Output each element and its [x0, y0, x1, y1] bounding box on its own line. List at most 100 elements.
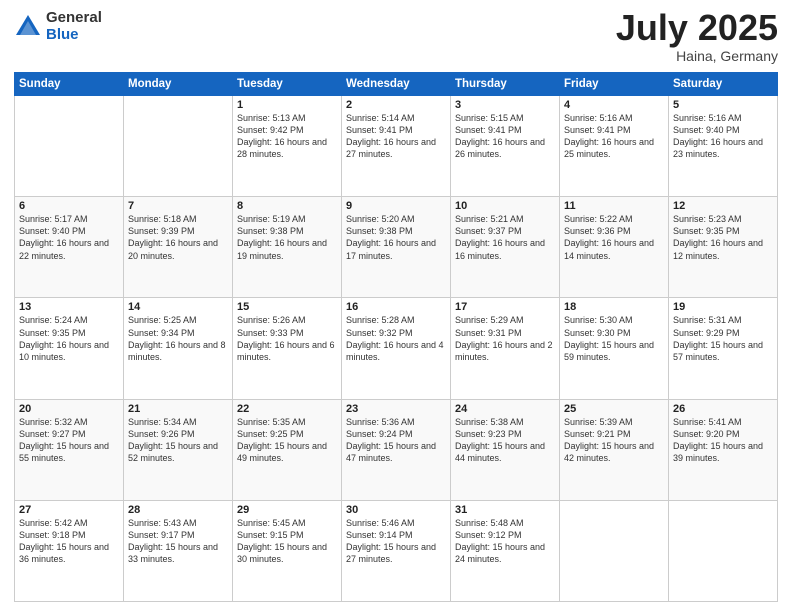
cell-info: Sunrise: 5:18 AM Sunset: 9:39 PM Dayligh…: [128, 213, 228, 262]
calendar-cell: 10Sunrise: 5:21 AM Sunset: 9:37 PM Dayli…: [451, 197, 560, 298]
calendar-header-wednesday: Wednesday: [342, 73, 451, 96]
calendar-table: SundayMondayTuesdayWednesdayThursdayFrid…: [14, 72, 778, 602]
calendar-cell: 5Sunrise: 5:16 AM Sunset: 9:40 PM Daylig…: [669, 96, 778, 197]
calendar-cell: 22Sunrise: 5:35 AM Sunset: 9:25 PM Dayli…: [233, 399, 342, 500]
day-number: 6: [19, 200, 119, 212]
calendar-cell: 28Sunrise: 5:43 AM Sunset: 9:17 PM Dayli…: [124, 500, 233, 601]
cell-info: Sunrise: 5:41 AM Sunset: 9:20 PM Dayligh…: [673, 416, 773, 465]
calendar-cell: 25Sunrise: 5:39 AM Sunset: 9:21 PM Dayli…: [560, 399, 669, 500]
calendar-cell: 6Sunrise: 5:17 AM Sunset: 9:40 PM Daylig…: [15, 197, 124, 298]
day-number: 25: [564, 403, 664, 415]
calendar-week-3: 13Sunrise: 5:24 AM Sunset: 9:35 PM Dayli…: [15, 298, 778, 399]
calendar-cell: 20Sunrise: 5:32 AM Sunset: 9:27 PM Dayli…: [15, 399, 124, 500]
cell-info: Sunrise: 5:39 AM Sunset: 9:21 PM Dayligh…: [564, 416, 664, 465]
cell-info: Sunrise: 5:31 AM Sunset: 9:29 PM Dayligh…: [673, 314, 773, 363]
cell-info: Sunrise: 5:26 AM Sunset: 9:33 PM Dayligh…: [237, 314, 337, 363]
cell-info: Sunrise: 5:13 AM Sunset: 9:42 PM Dayligh…: [237, 112, 337, 161]
day-number: 7: [128, 200, 228, 212]
calendar-cell: 16Sunrise: 5:28 AM Sunset: 9:32 PM Dayli…: [342, 298, 451, 399]
day-number: 10: [455, 200, 555, 212]
day-number: 13: [19, 301, 119, 313]
calendar-cell: 30Sunrise: 5:46 AM Sunset: 9:14 PM Dayli…: [342, 500, 451, 601]
cell-info: Sunrise: 5:43 AM Sunset: 9:17 PM Dayligh…: [128, 517, 228, 566]
title-block: July 2025 Haina, Germany: [616, 10, 778, 64]
calendar-header-friday: Friday: [560, 73, 669, 96]
calendar-cell: 24Sunrise: 5:38 AM Sunset: 9:23 PM Dayli…: [451, 399, 560, 500]
calendar-cell: 13Sunrise: 5:24 AM Sunset: 9:35 PM Dayli…: [15, 298, 124, 399]
header: General Blue July 2025 Haina, Germany: [14, 10, 778, 64]
day-number: 3: [455, 99, 555, 111]
calendar-cell: 3Sunrise: 5:15 AM Sunset: 9:41 PM Daylig…: [451, 96, 560, 197]
cell-info: Sunrise: 5:23 AM Sunset: 9:35 PM Dayligh…: [673, 213, 773, 262]
day-number: 12: [673, 200, 773, 212]
calendar-header-thursday: Thursday: [451, 73, 560, 96]
cell-info: Sunrise: 5:22 AM Sunset: 9:36 PM Dayligh…: [564, 213, 664, 262]
cell-info: Sunrise: 5:48 AM Sunset: 9:12 PM Dayligh…: [455, 517, 555, 566]
day-number: 26: [673, 403, 773, 415]
calendar-week-2: 6Sunrise: 5:17 AM Sunset: 9:40 PM Daylig…: [15, 197, 778, 298]
calendar-cell: [124, 96, 233, 197]
calendar-week-1: 1Sunrise: 5:13 AM Sunset: 9:42 PM Daylig…: [15, 96, 778, 197]
cell-info: Sunrise: 5:29 AM Sunset: 9:31 PM Dayligh…: [455, 314, 555, 363]
day-number: 5: [673, 99, 773, 111]
cell-info: Sunrise: 5:35 AM Sunset: 9:25 PM Dayligh…: [237, 416, 337, 465]
cell-info: Sunrise: 5:28 AM Sunset: 9:32 PM Dayligh…: [346, 314, 446, 363]
logo-blue: Blue: [46, 27, 102, 44]
location: Haina, Germany: [616, 48, 778, 64]
cell-info: Sunrise: 5:24 AM Sunset: 9:35 PM Dayligh…: [19, 314, 119, 363]
calendar-cell: 14Sunrise: 5:25 AM Sunset: 9:34 PM Dayli…: [124, 298, 233, 399]
calendar-cell: 7Sunrise: 5:18 AM Sunset: 9:39 PM Daylig…: [124, 197, 233, 298]
calendar-cell: 21Sunrise: 5:34 AM Sunset: 9:26 PM Dayli…: [124, 399, 233, 500]
day-number: 21: [128, 403, 228, 415]
day-number: 29: [237, 504, 337, 516]
day-number: 23: [346, 403, 446, 415]
calendar-cell: 2Sunrise: 5:14 AM Sunset: 9:41 PM Daylig…: [342, 96, 451, 197]
calendar-cell: 8Sunrise: 5:19 AM Sunset: 9:38 PM Daylig…: [233, 197, 342, 298]
month-title: July 2025: [616, 10, 778, 46]
day-number: 31: [455, 504, 555, 516]
calendar-header-saturday: Saturday: [669, 73, 778, 96]
calendar-cell: 29Sunrise: 5:45 AM Sunset: 9:15 PM Dayli…: [233, 500, 342, 601]
calendar-cell: 1Sunrise: 5:13 AM Sunset: 9:42 PM Daylig…: [233, 96, 342, 197]
calendar-header-sunday: Sunday: [15, 73, 124, 96]
calendar-cell: 15Sunrise: 5:26 AM Sunset: 9:33 PM Dayli…: [233, 298, 342, 399]
logo-text: General Blue: [46, 10, 102, 43]
logo-general: General: [46, 10, 102, 27]
day-number: 17: [455, 301, 555, 313]
day-number: 8: [237, 200, 337, 212]
calendar-cell: 31Sunrise: 5:48 AM Sunset: 9:12 PM Dayli…: [451, 500, 560, 601]
day-number: 24: [455, 403, 555, 415]
day-number: 2: [346, 99, 446, 111]
logo: General Blue: [14, 10, 102, 43]
cell-info: Sunrise: 5:42 AM Sunset: 9:18 PM Dayligh…: [19, 517, 119, 566]
day-number: 9: [346, 200, 446, 212]
day-number: 30: [346, 504, 446, 516]
cell-info: Sunrise: 5:46 AM Sunset: 9:14 PM Dayligh…: [346, 517, 446, 566]
cell-info: Sunrise: 5:32 AM Sunset: 9:27 PM Dayligh…: [19, 416, 119, 465]
calendar-week-5: 27Sunrise: 5:42 AM Sunset: 9:18 PM Dayli…: [15, 500, 778, 601]
calendar-cell: [669, 500, 778, 601]
day-number: 14: [128, 301, 228, 313]
calendar-cell: 26Sunrise: 5:41 AM Sunset: 9:20 PM Dayli…: [669, 399, 778, 500]
day-number: 11: [564, 200, 664, 212]
cell-info: Sunrise: 5:25 AM Sunset: 9:34 PM Dayligh…: [128, 314, 228, 363]
calendar-cell: 23Sunrise: 5:36 AM Sunset: 9:24 PM Dayli…: [342, 399, 451, 500]
day-number: 20: [19, 403, 119, 415]
cell-info: Sunrise: 5:15 AM Sunset: 9:41 PM Dayligh…: [455, 112, 555, 161]
day-number: 15: [237, 301, 337, 313]
cell-info: Sunrise: 5:17 AM Sunset: 9:40 PM Dayligh…: [19, 213, 119, 262]
calendar-cell: [560, 500, 669, 601]
day-number: 27: [19, 504, 119, 516]
calendar-cell: [15, 96, 124, 197]
cell-info: Sunrise: 5:34 AM Sunset: 9:26 PM Dayligh…: [128, 416, 228, 465]
calendar-header-tuesday: Tuesday: [233, 73, 342, 96]
calendar-cell: 9Sunrise: 5:20 AM Sunset: 9:38 PM Daylig…: [342, 197, 451, 298]
day-number: 22: [237, 403, 337, 415]
cell-info: Sunrise: 5:21 AM Sunset: 9:37 PM Dayligh…: [455, 213, 555, 262]
calendar-cell: 19Sunrise: 5:31 AM Sunset: 9:29 PM Dayli…: [669, 298, 778, 399]
cell-info: Sunrise: 5:20 AM Sunset: 9:38 PM Dayligh…: [346, 213, 446, 262]
calendar-cell: 11Sunrise: 5:22 AM Sunset: 9:36 PM Dayli…: [560, 197, 669, 298]
logo-icon: [14, 13, 42, 41]
cell-info: Sunrise: 5:19 AM Sunset: 9:38 PM Dayligh…: [237, 213, 337, 262]
cell-info: Sunrise: 5:38 AM Sunset: 9:23 PM Dayligh…: [455, 416, 555, 465]
